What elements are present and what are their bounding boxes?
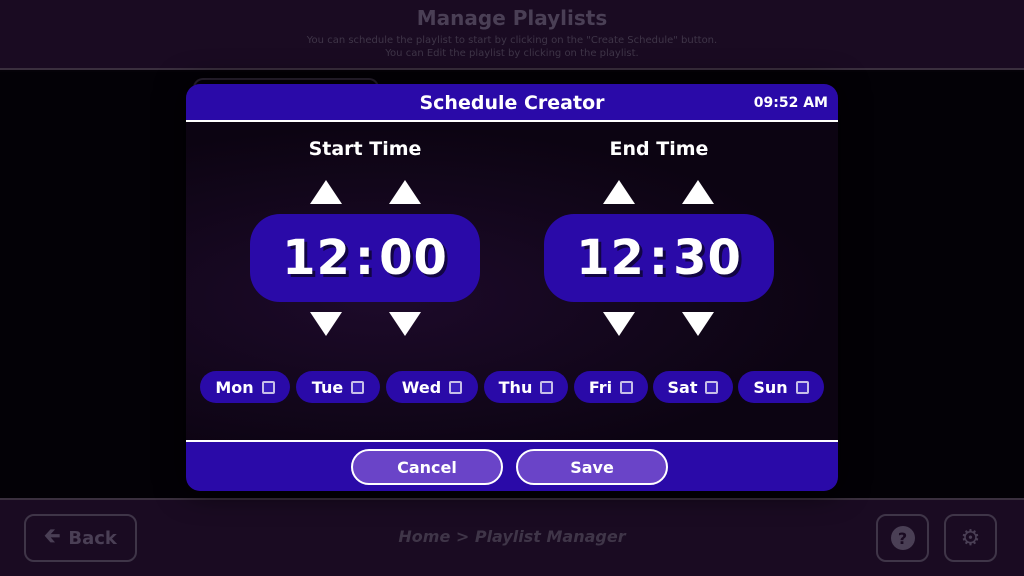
breadcrumb: Home > Playlist Manager — [398, 527, 626, 546]
triangle-down-icon — [310, 312, 342, 336]
day-label: Fri — [588, 377, 613, 397]
start-minute-up-button[interactable] — [387, 178, 423, 206]
page-subtitle-line2: You can Edit the playlist by clicking on… — [385, 48, 639, 59]
day-label: Mon — [215, 377, 254, 397]
end-minute-up-button[interactable] — [680, 178, 716, 206]
triangle-up-icon — [603, 180, 635, 204]
checkbox-wed[interactable] — [449, 380, 463, 394]
end-hour-up-button[interactable] — [601, 178, 637, 206]
triangle-down-icon — [603, 312, 635, 336]
settings-button[interactable]: ⚙ — [944, 514, 997, 562]
day-toggle-wed[interactable]: Wed — [386, 371, 478, 403]
end-minute: 30 — [673, 230, 742, 286]
modal-footer: Cancel Save — [186, 440, 838, 491]
checkbox-sat[interactable] — [705, 380, 719, 394]
day-toggle-sat[interactable]: Sat — [653, 371, 733, 403]
start-time-label: Start Time — [308, 138, 422, 160]
day-toggle-thu[interactable]: Thu — [484, 371, 568, 403]
start-minute: 00 — [379, 230, 448, 286]
page-subtitle-line1: You can schedule the playlist to start b… — [306, 35, 718, 46]
modal-header: Schedule Creator 09:52 AM — [186, 84, 838, 122]
day-toggle-mon[interactable]: Mon — [200, 371, 290, 403]
checkbox-fri[interactable] — [620, 380, 634, 394]
page-title: Manage Playlists — [416, 6, 608, 30]
save-button[interactable]: Save — [516, 449, 668, 485]
clock: 09:52 AM — [753, 95, 828, 111]
page-header: Manage Playlists You can schedule the pl… — [0, 0, 1024, 70]
triangle-up-icon — [310, 180, 342, 204]
help-button[interactable]: ? — [876, 514, 929, 562]
end-time-display: 12 : 30 — [544, 214, 774, 302]
end-minute-down-button[interactable] — [680, 310, 716, 338]
question-mark-icon: ? — [890, 526, 915, 550]
day-label: Thu — [498, 377, 533, 397]
end-hour-down-button[interactable] — [601, 310, 637, 338]
start-hour-up-button[interactable] — [308, 178, 344, 206]
start-time-display: 12 : 00 — [250, 214, 480, 302]
day-label: Sat — [667, 377, 698, 397]
cancel-button[interactable]: Cancel — [351, 449, 503, 485]
day-label: Wed — [401, 377, 442, 397]
start-hour: 12 — [282, 230, 351, 286]
triangle-down-icon — [389, 312, 421, 336]
start-minute-down-button[interactable] — [387, 310, 423, 338]
day-toggle-fri[interactable]: Fri — [574, 371, 648, 403]
schedule-creator-modal: Schedule Creator 09:52 AM Start Time End… — [186, 84, 838, 491]
triangle-up-icon — [389, 180, 421, 204]
end-time-separator: : — [648, 230, 670, 286]
day-label: Tue — [311, 377, 344, 397]
gear-icon: ⚙ — [960, 525, 981, 551]
checkbox-mon[interactable] — [261, 380, 275, 394]
day-selector: Mon Tue Wed Thu Fri Sat Sun — [186, 371, 838, 405]
modal-title: Schedule Creator — [419, 92, 605, 114]
end-time-label: End Time — [609, 138, 709, 160]
checkbox-sun[interactable] — [795, 380, 809, 394]
start-hour-down-button[interactable] — [308, 310, 344, 338]
day-label: Sun — [753, 377, 788, 397]
page-footer: 🡰 Back Home > Playlist Manager ? ⚙ — [0, 498, 1024, 576]
modal-body: Start Time End Time 12 : 00 12 : 30 Mon … — [186, 124, 838, 440]
checkbox-thu[interactable] — [540, 380, 554, 394]
day-toggle-tue[interactable]: Tue — [296, 371, 380, 403]
start-time-separator: : — [354, 230, 376, 286]
end-hour: 12 — [576, 230, 645, 286]
triangle-down-icon — [682, 312, 714, 336]
triangle-up-icon — [682, 180, 714, 204]
checkbox-tue[interactable] — [351, 380, 365, 394]
day-toggle-sun[interactable]: Sun — [738, 371, 824, 403]
